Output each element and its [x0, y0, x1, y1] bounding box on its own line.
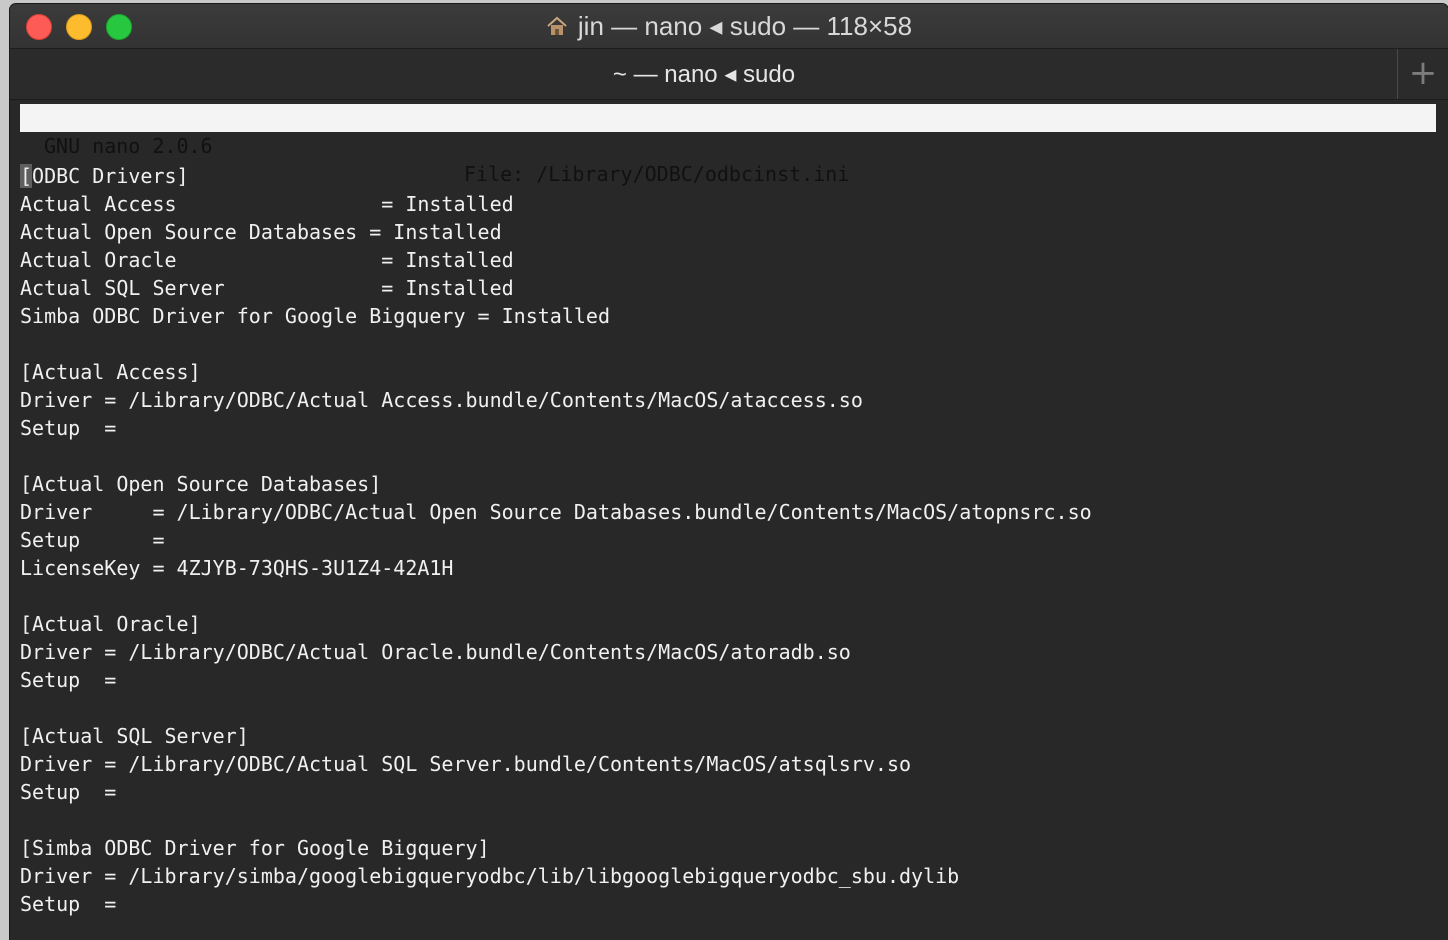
window-title-text: jin — nano ◂ sudo — 118×58 — [577, 11, 913, 41]
file-line[interactable] — [20, 694, 1092, 722]
file-line[interactable]: Actual SQL Server = Installed — [20, 274, 1092, 302]
file-line[interactable]: Driver = /Library/ODBC/Actual SQL Server… — [20, 750, 1092, 778]
file-line[interactable]: Setup = — [20, 666, 1092, 694]
file-line[interactable] — [20, 806, 1092, 834]
file-line[interactable] — [20, 442, 1092, 470]
file-line[interactable]: Actual Open Source Databases = Installed — [20, 218, 1092, 246]
file-line[interactable]: Actual Access = Installed — [20, 190, 1092, 218]
file-line[interactable]: [Actual SQL Server] — [20, 722, 1092, 750]
file-line[interactable]: Setup = — [20, 778, 1092, 806]
terminal-content[interactable]: GNU nano 2.0.6 File: /Library/ODBC/odbci… — [20, 102, 1440, 940]
file-line[interactable]: [ODBC Drivers] — [20, 162, 1092, 190]
file-lines[interactable]: [ODBC Drivers] Actual Access = Installed A… — [20, 162, 1092, 918]
file-line[interactable]: Setup = — [20, 890, 1092, 918]
file-line[interactable] — [20, 330, 1092, 358]
file-line[interactable]: [Actual Open Source Databases] — [20, 470, 1092, 498]
file-line[interactable]: Driver = /Library/ODBC/Actual Oracle.bun… — [20, 638, 1092, 666]
file-line[interactable]: LicenseKey = 4ZJYB-73QHS-3U1Z4-42A1H — [20, 554, 1092, 582]
file-line[interactable]: Setup = — [20, 414, 1092, 442]
file-line[interactable]: Driver = /Library/simba/googlebigqueryod… — [20, 862, 1092, 890]
file-line[interactable]: Driver = /Library/ODBC/Actual Open Sourc… — [20, 498, 1092, 526]
file-line[interactable]: [Simba ODBC Driver for Google Bigquery] — [20, 834, 1092, 862]
file-line[interactable]: Driver = /Library/ODBC/Actual Access.bun… — [20, 386, 1092, 414]
file-line[interactable] — [20, 582, 1092, 610]
new-tab-button[interactable]: + — [1397, 49, 1448, 99]
file-line[interactable]: [Actual Access] — [20, 358, 1092, 386]
home-icon — [547, 16, 567, 35]
terminal-window: jin — nano ◂ sudo — 118×58 ~ — nano ◂ su… — [10, 4, 1448, 940]
file-line[interactable]: Actual Oracle = Installed — [20, 246, 1092, 274]
nano-version: GNU nano 2.0.6 — [44, 134, 213, 158]
window-title: jin — nano ◂ sudo — 118×58 — [10, 10, 1448, 42]
tab-active[interactable]: ~ — nano ◂ sudo — [10, 61, 1398, 89]
nano-header: GNU nano 2.0.6 File: /Library/ODBC/odbci… — [20, 104, 1436, 186]
file-line[interactable]: Simba ODBC Driver for Google Bigquery = … — [20, 302, 1092, 330]
tab-bar: ~ — nano ◂ sudo + — [10, 49, 1448, 100]
file-line[interactable]: Setup = — [20, 526, 1092, 554]
file-line[interactable]: [Actual Oracle] — [20, 610, 1092, 638]
title-bar[interactable]: jin — nano ◂ sudo — 118×58 — [10, 4, 1448, 49]
